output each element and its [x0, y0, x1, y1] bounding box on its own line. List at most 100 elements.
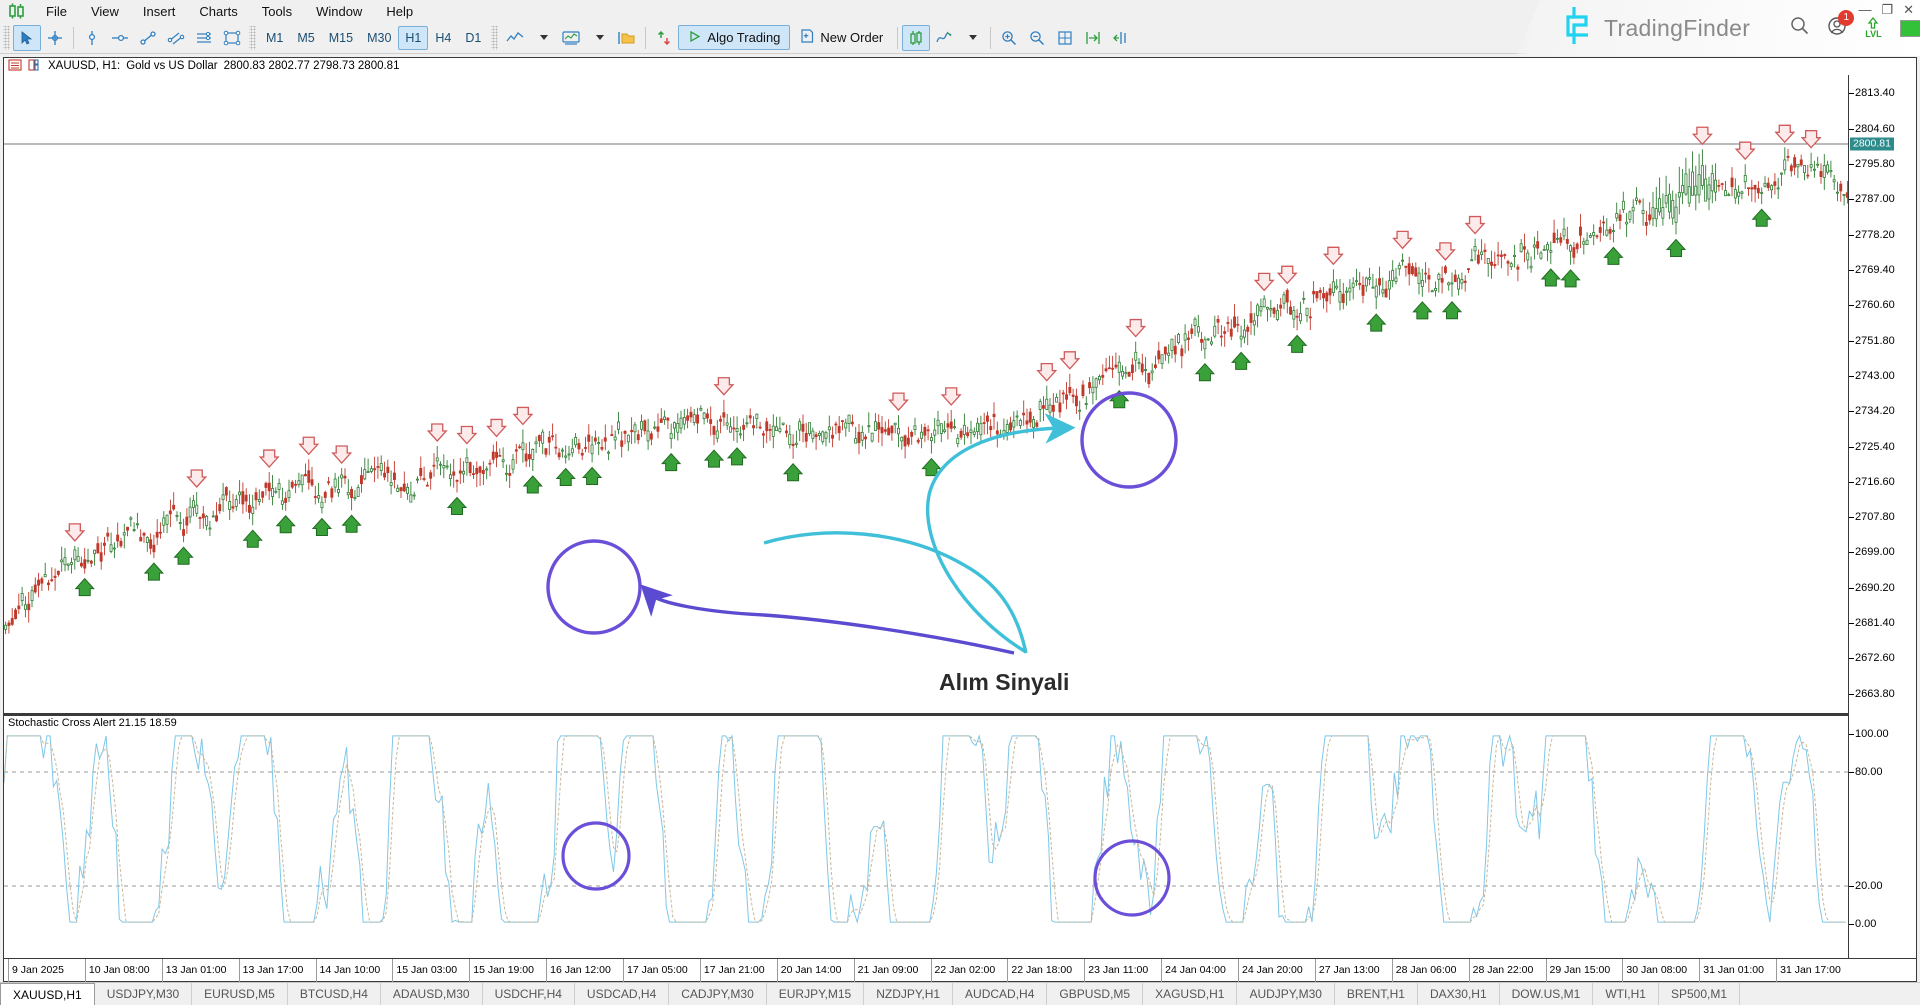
vertical-line-icon[interactable]: [78, 25, 106, 51]
price-chart-pane[interactable]: Alım Sinyali: [4, 75, 1916, 713]
time-axis-label: 29 Jan 15:00: [1550, 964, 1611, 976]
search-icon[interactable]: [1790, 16, 1809, 40]
price-axis-tick: [1849, 341, 1854, 342]
chart-tab-sp500-m1[interactable]: SP500,M1: [1659, 983, 1740, 1005]
time-axis-tick: [1622, 959, 1623, 982]
chart-tab-wti-h1[interactable]: WTI,H1: [1593, 983, 1659, 1005]
timeframe-M15[interactable]: M15: [322, 26, 360, 50]
timeframe-D1[interactable]: D1: [458, 26, 488, 50]
chart-tab-usdchf-h4[interactable]: USDCHF,H4: [483, 983, 575, 1005]
chevron-down-icon-indicators[interactable]: [585, 25, 613, 51]
indicators-chart-icon[interactable]: [557, 25, 585, 51]
price-axis-label: 2778.20: [1855, 229, 1895, 241]
toolbar-divider-3: [897, 27, 898, 49]
chart-tab-nzdjpy-h1[interactable]: NZDJPY,H1: [864, 983, 953, 1005]
indicator-axis-tick: [1849, 772, 1854, 773]
price-axis-tick: [1849, 93, 1854, 94]
price-axis[interactable]: 2813.402804.602795.802787.002778.202769.…: [1848, 75, 1916, 958]
folder-object-icon[interactable]: [613, 25, 641, 51]
timeframe-M5[interactable]: M5: [290, 26, 321, 50]
toolbar-grip-timeframes[interactable]: [249, 26, 256, 50]
toolbar-grip-trade[interactable]: [491, 26, 498, 50]
menu-item-window[interactable]: Window: [304, 2, 374, 21]
shapes-icon[interactable]: [218, 25, 246, 51]
price-axis-tick: [1849, 588, 1854, 589]
indicator-axis-label: 100.00: [1855, 728, 1889, 740]
chart-properties-icon[interactable]: [8, 59, 22, 74]
chart-tab-usdjpy-m30[interactable]: USDJPY,M30: [95, 983, 192, 1005]
timeframe-H1[interactable]: H1: [398, 26, 428, 50]
time-axis-tick: [854, 959, 855, 982]
menu-item-insert[interactable]: Insert: [131, 2, 188, 21]
stochastic-indicator-pane[interactable]: Stochastic Cross Alert 21.15 18.59: [4, 716, 1916, 954]
chart-tab-eurusd-m5[interactable]: EURUSD,M5: [192, 983, 288, 1005]
chart-tab-brent-h1[interactable]: BRENT,H1: [1335, 983, 1418, 1005]
account-icon[interactable]: 1: [1827, 16, 1847, 41]
timeframe-H4[interactable]: H4: [428, 26, 458, 50]
time-axis-label: 20 Jan 14:00: [781, 964, 842, 976]
tradingfinder-watermark: TradingFinder 1 LVL — ❐ ✕: [1516, 0, 1920, 56]
tradingfinder-brand-label: TradingFinder: [1604, 15, 1750, 42]
time-axis-label: 28 Jan 22:00: [1473, 964, 1534, 976]
toolbar-grip[interactable]: [3, 26, 10, 50]
price-axis-label: 2813.40: [1855, 87, 1895, 99]
chart-shift-icon[interactable]: [1079, 25, 1107, 51]
time-axis-tick: [1007, 959, 1008, 982]
chart-template-icon[interactable]: [28, 59, 42, 74]
menu-item-help[interactable]: Help: [374, 2, 425, 21]
price-axis-label: 2699.00: [1855, 546, 1895, 558]
pointer-icon[interactable]: [13, 25, 41, 51]
timeframe-M30[interactable]: M30: [360, 26, 398, 50]
chart-line-icon[interactable]: [501, 25, 529, 51]
price-axis-tick: [1849, 164, 1854, 165]
menu-item-tools[interactable]: Tools: [250, 2, 304, 21]
indicator-label: Stochastic Cross Alert 21.15 18.59: [8, 717, 177, 729]
zigzag-line-icon[interactable]: [930, 25, 958, 51]
time-axis-label: 15 Jan 19:00: [473, 964, 534, 976]
chart-tab-xauusd-h1[interactable]: XAUUSD,H1: [0, 983, 95, 1005]
chart-tab-xagusd-h1[interactable]: XAGUSD,H1: [1143, 983, 1237, 1005]
time-axis-tick: [469, 959, 470, 982]
zoom-in-icon[interactable]: [995, 25, 1023, 51]
chart-tab-cadjpy-m30[interactable]: CADJPY,M30: [669, 983, 766, 1005]
chart-area[interactable]: XAUUSD, H1: Gold vs US Dollar 2800.83 28…: [3, 57, 1917, 982]
chevron-down-icon-templates[interactable]: [529, 25, 557, 51]
timeframe-M1[interactable]: M1: [259, 26, 290, 50]
level-up-icon[interactable]: LVL: [1865, 17, 1881, 39]
auto-scroll-icon[interactable]: [1107, 25, 1135, 51]
chart-tab-adausd-m30[interactable]: ADAUSD,M30: [381, 983, 483, 1005]
buy-sell-arrows-icon[interactable]: [650, 25, 678, 51]
menu-item-charts[interactable]: Charts: [187, 2, 249, 21]
equidistant-channel-icon[interactable]: [162, 25, 190, 51]
chevron-down-icon-chartstyle[interactable]: [958, 25, 986, 51]
price-axis-tick: [1849, 517, 1854, 518]
trendline-icon[interactable]: [134, 25, 162, 51]
menu-item-view[interactable]: View: [79, 2, 131, 21]
indicator-axis-label: 20.00: [1855, 880, 1883, 892]
zoom-out-icon[interactable]: [1023, 25, 1051, 51]
chart-ohlc-values: 2800.83 2802.77 2798.73 2800.81: [224, 60, 400, 72]
algo-trading-button[interactable]: Algo Trading: [678, 25, 790, 50]
chart-tab-gbpusd-m5[interactable]: GBPUSD,M5: [1047, 983, 1143, 1005]
chart-tab-btcusd-h4[interactable]: BTCUSD,H4: [288, 983, 381, 1005]
crosshair-icon[interactable]: [41, 25, 69, 51]
metatrader-logo-icon: [0, 0, 34, 22]
chart-tab-usdcad-h4[interactable]: USDCAD,H4: [575, 983, 669, 1005]
chart-tab-audjpy-m30[interactable]: AUDJPY,M30: [1237, 983, 1334, 1005]
maximize-button[interactable]: ❐: [1881, 2, 1893, 18]
chart-tab-eurjpy-m15[interactable]: EURJPY,M15: [767, 983, 864, 1005]
new-order-button[interactable]: New Order: [790, 25, 893, 50]
toolbar-divider-4: [990, 27, 991, 49]
chart-tab-dax30-h1[interactable]: DAX30,H1: [1418, 983, 1500, 1005]
time-axis-tick: [1776, 959, 1777, 982]
chart-tab-audcad-h4[interactable]: AUDCAD,H4: [953, 983, 1047, 1005]
candlestick-chart-icon[interactable]: [902, 25, 930, 51]
grid-icon[interactable]: [1051, 25, 1079, 51]
minimize-button[interactable]: —: [1858, 2, 1871, 18]
close-button[interactable]: ✕: [1903, 2, 1914, 18]
menu-item-file[interactable]: File: [34, 2, 79, 21]
horizontal-line-icon[interactable]: [106, 25, 134, 51]
chart-tab-dow-us-m1[interactable]: DOW.US,M1: [1500, 983, 1594, 1005]
fibonacci-retracement-icon[interactable]: [190, 25, 218, 51]
price-chart-svg: [4, 75, 1849, 713]
